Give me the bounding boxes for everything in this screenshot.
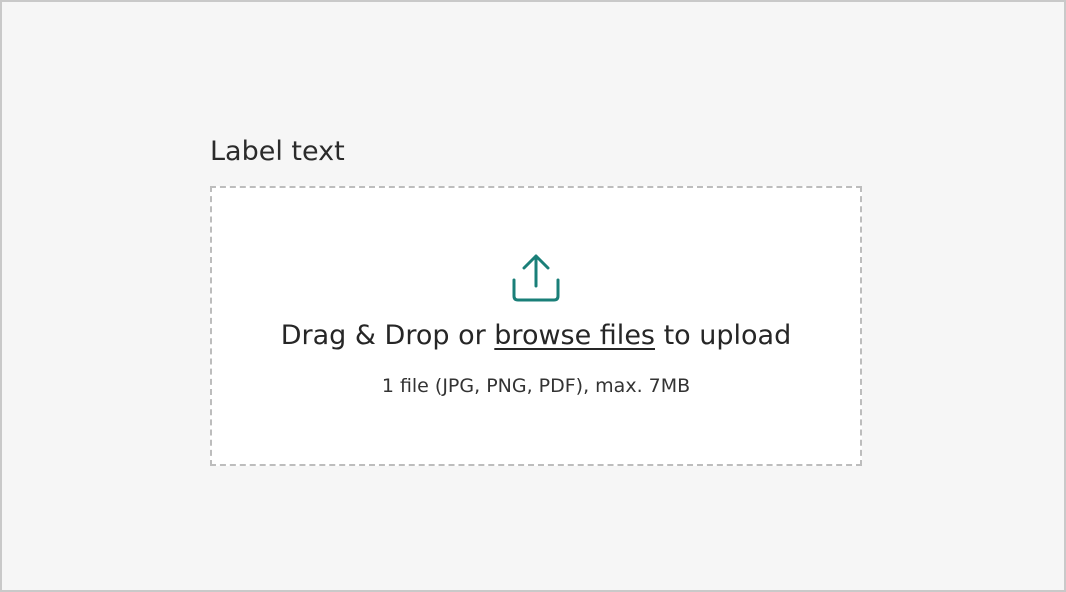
file-dropzone[interactable]: Drag & Drop or browse files to upload 1 … bbox=[210, 186, 862, 466]
file-requirements-hint: 1 file (JPG, PNG, PDF), max. 7MB bbox=[381, 375, 691, 397]
browse-files-link[interactable]: browse files bbox=[494, 320, 655, 351]
to-upload-text: to upload bbox=[655, 320, 792, 351]
upload-icon bbox=[510, 250, 562, 302]
dropzone-instructions: Drag & Drop or browse files to upload bbox=[212, 318, 860, 354]
file-upload-field: Label text Drag & Drop or browse files t… bbox=[210, 134, 862, 466]
drag-drop-text: Drag & Drop or bbox=[280, 320, 495, 351]
page-frame: Label text Drag & Drop or browse files t… bbox=[0, 0, 1066, 592]
field-label: Label text bbox=[210, 136, 345, 167]
